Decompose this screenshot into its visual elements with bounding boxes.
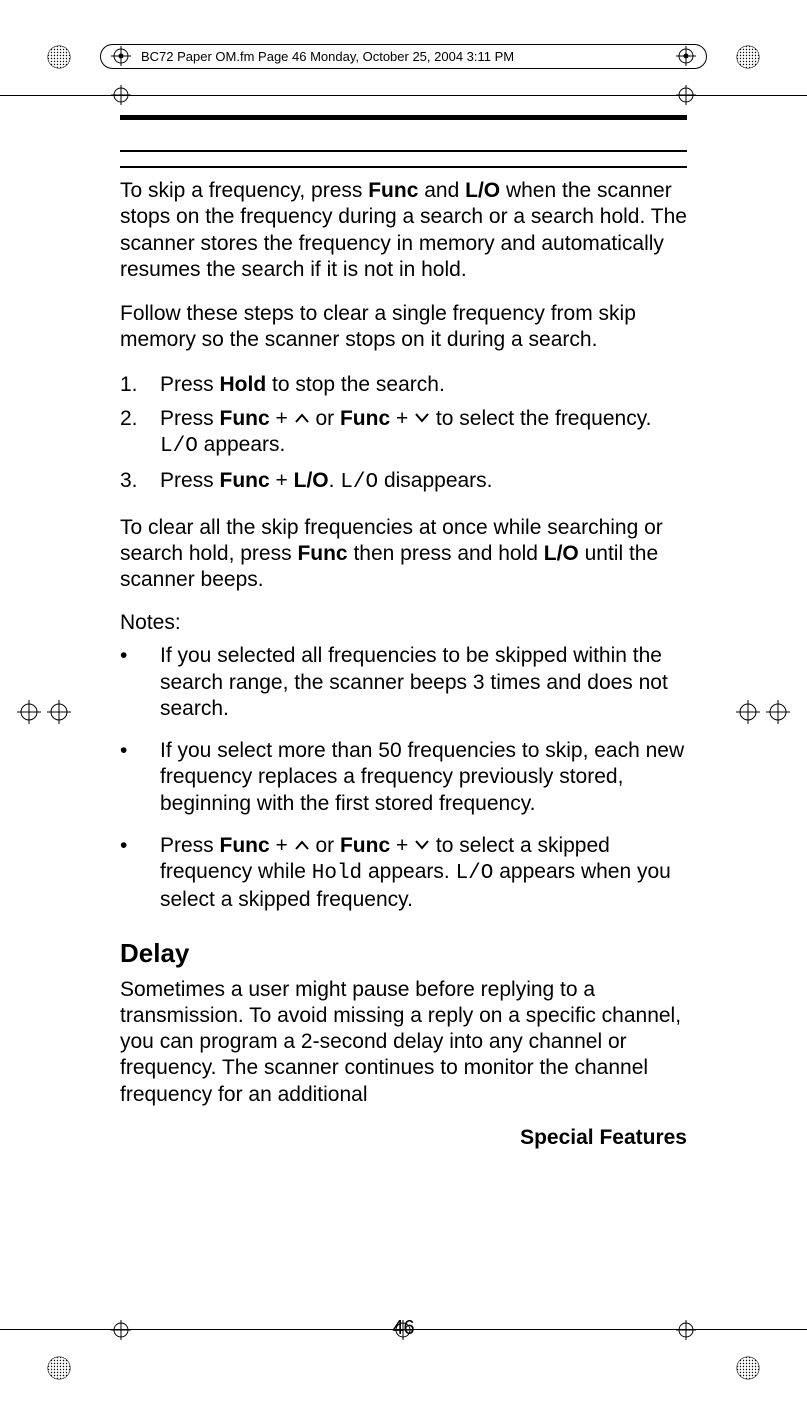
page-content: To skip a frequency, press Func and L/O …	[120, 115, 687, 1335]
reg-mark-ml	[17, 700, 41, 724]
reg-mark-br	[736, 1356, 760, 1380]
heading-delay: Delay	[120, 938, 687, 969]
reg-mark-ml2	[47, 700, 71, 724]
chevron-down-icon	[414, 839, 430, 851]
page-number: 46	[120, 1317, 687, 1340]
para-follow-steps: Follow these steps to clear a single fre…	[120, 301, 687, 354]
notes-list: • If you selected all frequencies to be …	[120, 643, 687, 913]
note-3: • Press Func + or Func + to select a ski…	[120, 833, 687, 914]
step-2: 2. Press Func + or Func + to select the …	[120, 406, 687, 461]
reg-mark-bl	[47, 1356, 71, 1380]
reg-mark-mr2	[736, 700, 760, 724]
reg-mark-tl	[47, 45, 71, 69]
reg-mark-head-left	[111, 46, 131, 66]
reg-mark-top-left-inline	[111, 85, 131, 105]
reg-mark-mr	[766, 700, 790, 724]
rule-thin-2	[120, 166, 687, 168]
running-head-text: BC72 Paper OM.fm Page 46 Monday, October…	[141, 49, 514, 64]
para-clear-all: To clear all the skip frequencies at onc…	[120, 515, 687, 594]
reg-mark-head-right	[676, 46, 696, 66]
step-3: 3. Press Func + L/O. L/O disappears.	[120, 468, 687, 496]
chevron-up-icon	[294, 839, 310, 851]
chevron-up-icon	[294, 412, 310, 424]
rule-thick	[120, 115, 687, 120]
notes-label: Notes:	[120, 611, 687, 635]
reg-mark-top-right-inline	[676, 85, 696, 105]
para-delay: Sometimes a user might pause before repl…	[120, 977, 687, 1108]
running-head-container: BC72 Paper OM.fm Page 46 Monday, October…	[100, 44, 707, 69]
rule-thin	[120, 150, 687, 152]
note-1: • If you selected all frequencies to be …	[120, 643, 687, 722]
ordered-steps: 1. Press Hold to stop the search. 2. Pre…	[120, 372, 687, 497]
chevron-down-icon	[414, 412, 430, 424]
section-footer: Special Features	[120, 1126, 687, 1150]
para-skip-freq: To skip a frequency, press Func and L/O …	[120, 178, 687, 283]
reg-mark-tr	[736, 45, 760, 69]
note-2: • If you select more than 50 frequencies…	[120, 738, 687, 817]
step-1: 1. Press Hold to stop the search.	[120, 372, 687, 398]
